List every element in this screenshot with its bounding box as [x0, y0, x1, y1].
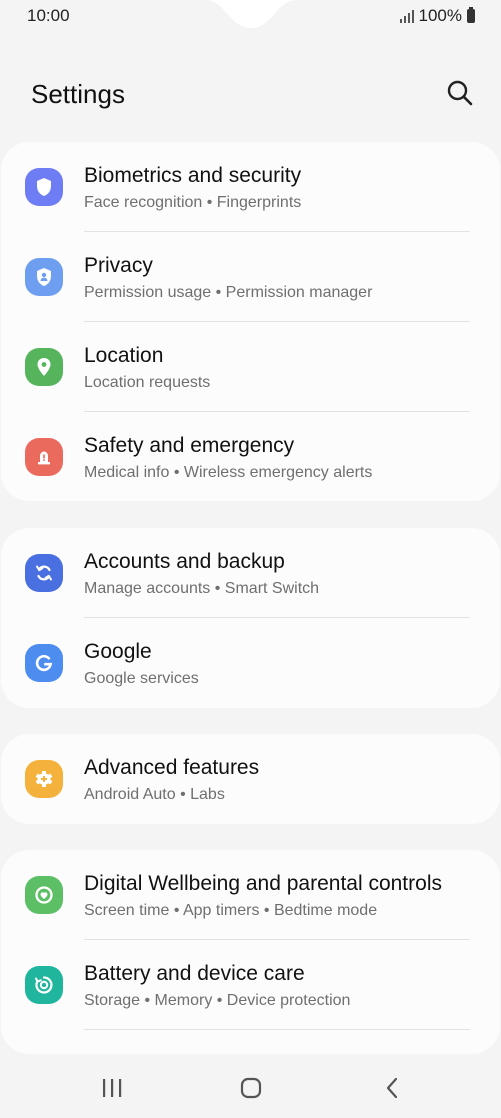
- item-subtitle: Medical info • Wireless emergency alerts: [84, 464, 373, 481]
- item-title: Accounts and backup: [84, 550, 285, 573]
- item-subtitle: Permission usage • Permission manager: [84, 284, 373, 301]
- settings-item-battery-device-care[interactable]: Battery and device care Storage • Memory…: [1, 940, 500, 1030]
- item-title: Digital Wellbeing and parental controls: [84, 872, 442, 895]
- item-subtitle: Location requests: [84, 374, 211, 391]
- item-title: Advanced features: [84, 756, 260, 779]
- camera-notch: [205, 0, 297, 28]
- settings-item-safety[interactable]: Safety and emergency Medical info • Wire…: [1, 412, 500, 502]
- location-pin-icon: [25, 348, 63, 386]
- back-icon: [386, 1077, 398, 1099]
- settings-group-accounts: Accounts and backup Manage accounts • Sm…: [1, 528, 500, 708]
- google-g-icon: [25, 644, 63, 682]
- heart-circle-icon: [25, 876, 63, 914]
- settings-item-accounts-backup[interactable]: Accounts and backup Manage accounts • Sm…: [1, 528, 500, 618]
- settings-group-advanced: Advanced features Android Auto • Labs: [1, 734, 500, 824]
- item-title: Privacy: [84, 254, 153, 277]
- item-title: Safety and emergency: [84, 434, 295, 457]
- signal-icon: [399, 9, 414, 23]
- page-title: Settings: [31, 79, 125, 109]
- home-icon: [240, 1077, 262, 1099]
- device-care-icon: [25, 966, 63, 1004]
- privacy-icon: [25, 258, 63, 296]
- recent-apps-icon: [103, 1079, 122, 1097]
- back-button[interactable]: [372, 1070, 412, 1106]
- item-title: Google: [84, 640, 152, 663]
- settings-item-advanced-features[interactable]: Advanced features Android Auto • Labs: [1, 734, 500, 824]
- shield-icon: [25, 168, 63, 206]
- settings-item-privacy[interactable]: Privacy Permission usage • Permission ma…: [1, 232, 500, 322]
- recent-apps-button[interactable]: [92, 1070, 132, 1106]
- battery-percent: 100%: [418, 6, 462, 25]
- home-button[interactable]: [231, 1070, 271, 1106]
- item-title: Biometrics and security: [84, 164, 302, 187]
- puzzle-gear-icon: [25, 760, 63, 798]
- item-subtitle: Storage • Memory • Device protection: [84, 992, 351, 1009]
- settings-item-google[interactable]: Google Google services: [1, 618, 500, 708]
- sync-icon: [25, 554, 63, 592]
- settings-group-security: Biometrics and security Face recognition…: [1, 142, 500, 501]
- settings-item-digital-wellbeing[interactable]: Digital Wellbeing and parental controls …: [1, 850, 500, 940]
- item-title: Location: [84, 344, 164, 367]
- item-subtitle: Face recognition • Fingerprints: [84, 194, 302, 211]
- item-subtitle: Manage accounts • Smart Switch: [84, 580, 320, 597]
- header: Settings: [0, 70, 501, 120]
- item-subtitle: Android Auto • Labs: [84, 786, 225, 803]
- item-subtitle: Google services: [84, 670, 199, 687]
- navigation-bar: [0, 1060, 501, 1118]
- settings-item-location[interactable]: Location Location requests: [1, 322, 500, 412]
- item-title: Battery and device care: [84, 962, 305, 985]
- status-time: 10:00: [27, 6, 70, 25]
- item-subtitle: Screen time • App timers • Bedtime mode: [84, 902, 378, 919]
- battery-icon: [467, 7, 475, 23]
- alarm-icon: [25, 438, 63, 476]
- status-right: 100%: [399, 6, 475, 26]
- status-bar: 10:00 100%: [0, 0, 501, 32]
- settings-item-biometrics[interactable]: Biometrics and security Face recognition…: [1, 142, 500, 232]
- search-icon[interactable]: [445, 78, 475, 108]
- settings-group-wellbeing: Digital Wellbeing and parental controls …: [1, 850, 500, 1054]
- divider: [84, 1029, 470, 1030]
